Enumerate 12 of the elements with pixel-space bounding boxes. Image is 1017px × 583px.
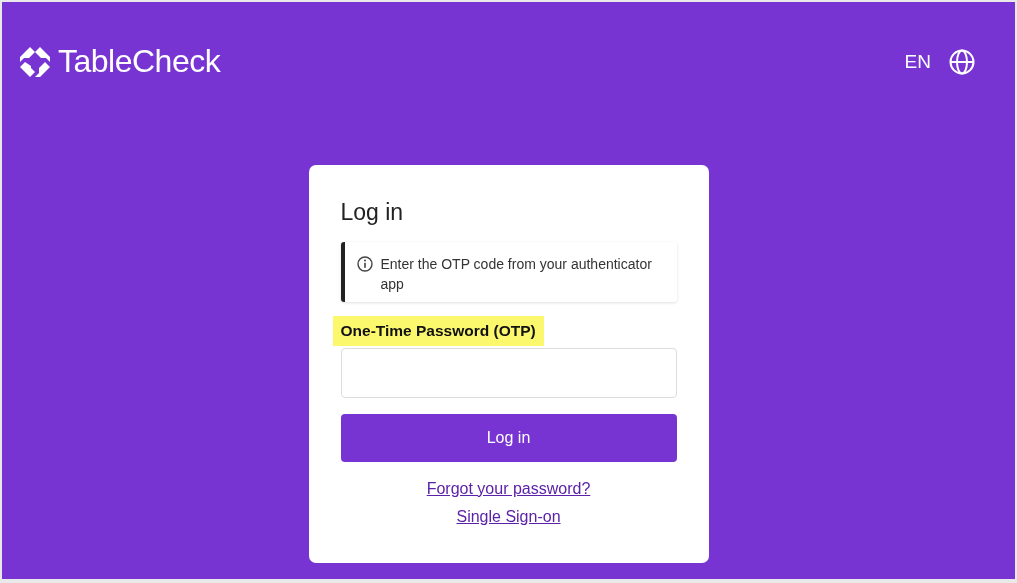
notice-text: Enter the OTP code from your authenticator app [380,255,653,294]
text-link[interactable]: Forgot your password? [426,480,591,498]
brand-name: TableCheck [58,43,221,80]
card-title: Log in [340,199,405,226]
login-button[interactable]: Log in [340,414,677,462]
globe-icon[interactable] [949,48,975,75]
field-label: One-Time Password (OTP) [332,316,544,346]
logo-icon [19,45,51,78]
language-label[interactable]: EN [904,50,931,73]
text-link[interactable]: Single Sign-on [456,508,561,526]
otp-input-field[interactable] [340,348,677,398]
info-icon [356,256,373,272]
